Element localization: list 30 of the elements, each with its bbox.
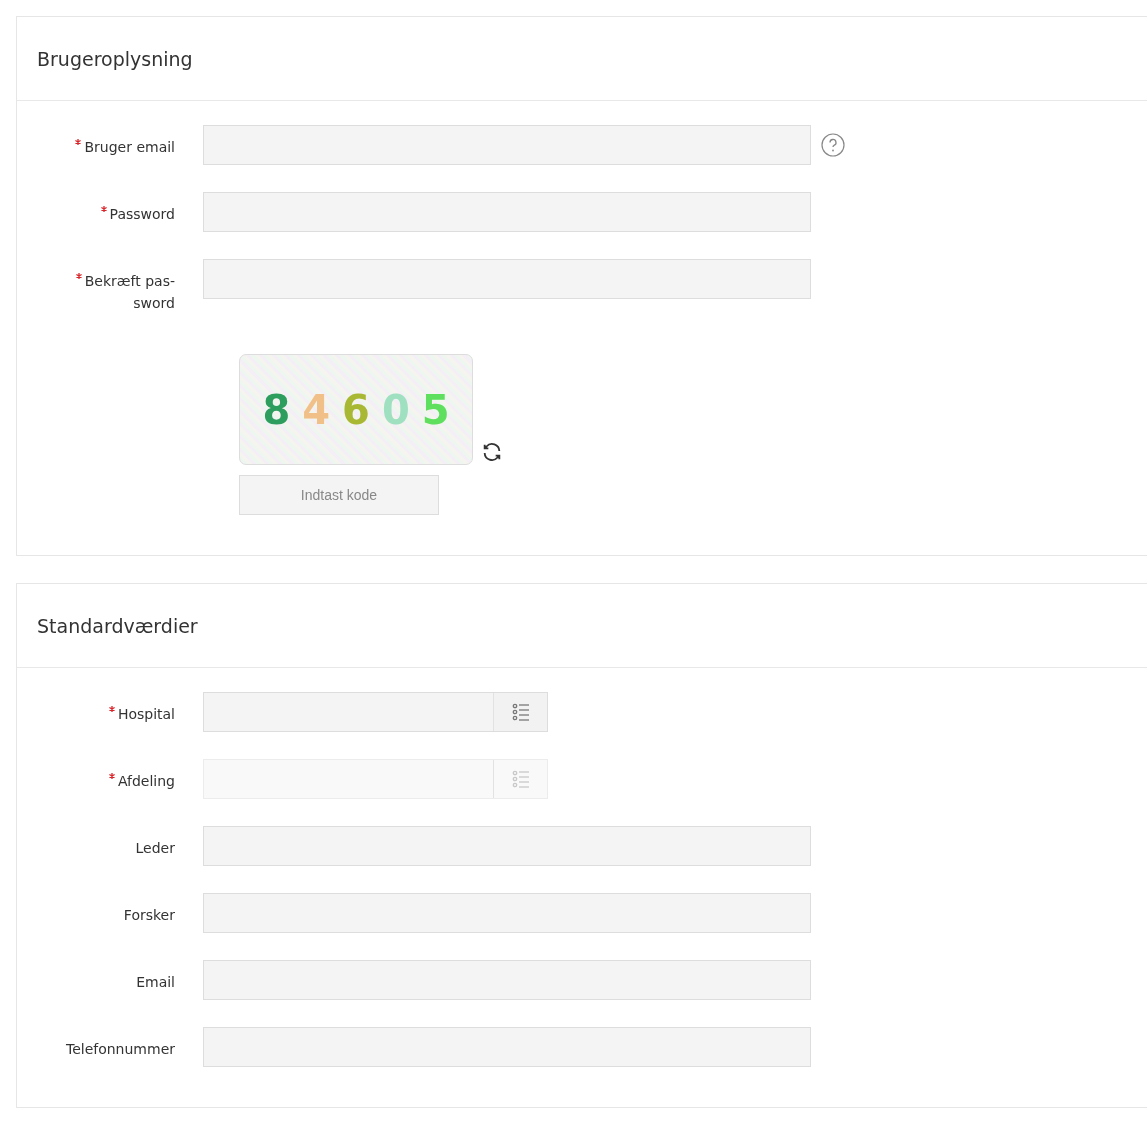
field-label: Bekræft pas-sword xyxy=(53,270,175,314)
text-input-field[interactable] xyxy=(203,259,811,299)
captcha-character: 8 xyxy=(262,386,291,433)
field-label: Bruger email xyxy=(53,136,175,158)
field-label: Forsker xyxy=(122,906,175,925)
text-input-field[interactable] xyxy=(203,1027,811,1067)
section-title: Brugeroplysning xyxy=(37,47,193,70)
field-label: Hospital xyxy=(53,703,175,725)
refresh-icon[interactable] xyxy=(481,441,503,463)
code-input-field[interactable]: Indtast kode xyxy=(239,475,439,515)
text-input-field[interactable] xyxy=(203,125,811,165)
field-label: Email xyxy=(135,973,175,992)
text-input-field[interactable] xyxy=(203,893,811,933)
text-input-field[interactable] xyxy=(203,826,811,866)
field-label: Password xyxy=(53,203,175,225)
captcha-character: 0 xyxy=(381,386,410,433)
captcha-character: 5 xyxy=(421,386,450,433)
captcha-character: 6 xyxy=(342,386,370,433)
list-icon xyxy=(511,770,530,788)
text-input-field[interactable] xyxy=(203,192,811,232)
list-icon xyxy=(511,703,530,721)
field-label: Leder xyxy=(134,839,175,858)
section-title: Standardværdier xyxy=(37,614,198,637)
help-icon[interactable] xyxy=(821,133,845,157)
lookup-field[interactable] xyxy=(203,692,548,732)
lookup-button[interactable] xyxy=(493,693,547,731)
field-label: Telefonnummer xyxy=(64,1040,175,1059)
text-input-field[interactable] xyxy=(203,960,811,1000)
field-label: Afdeling xyxy=(53,770,175,792)
captcha-character: 4 xyxy=(302,386,331,433)
